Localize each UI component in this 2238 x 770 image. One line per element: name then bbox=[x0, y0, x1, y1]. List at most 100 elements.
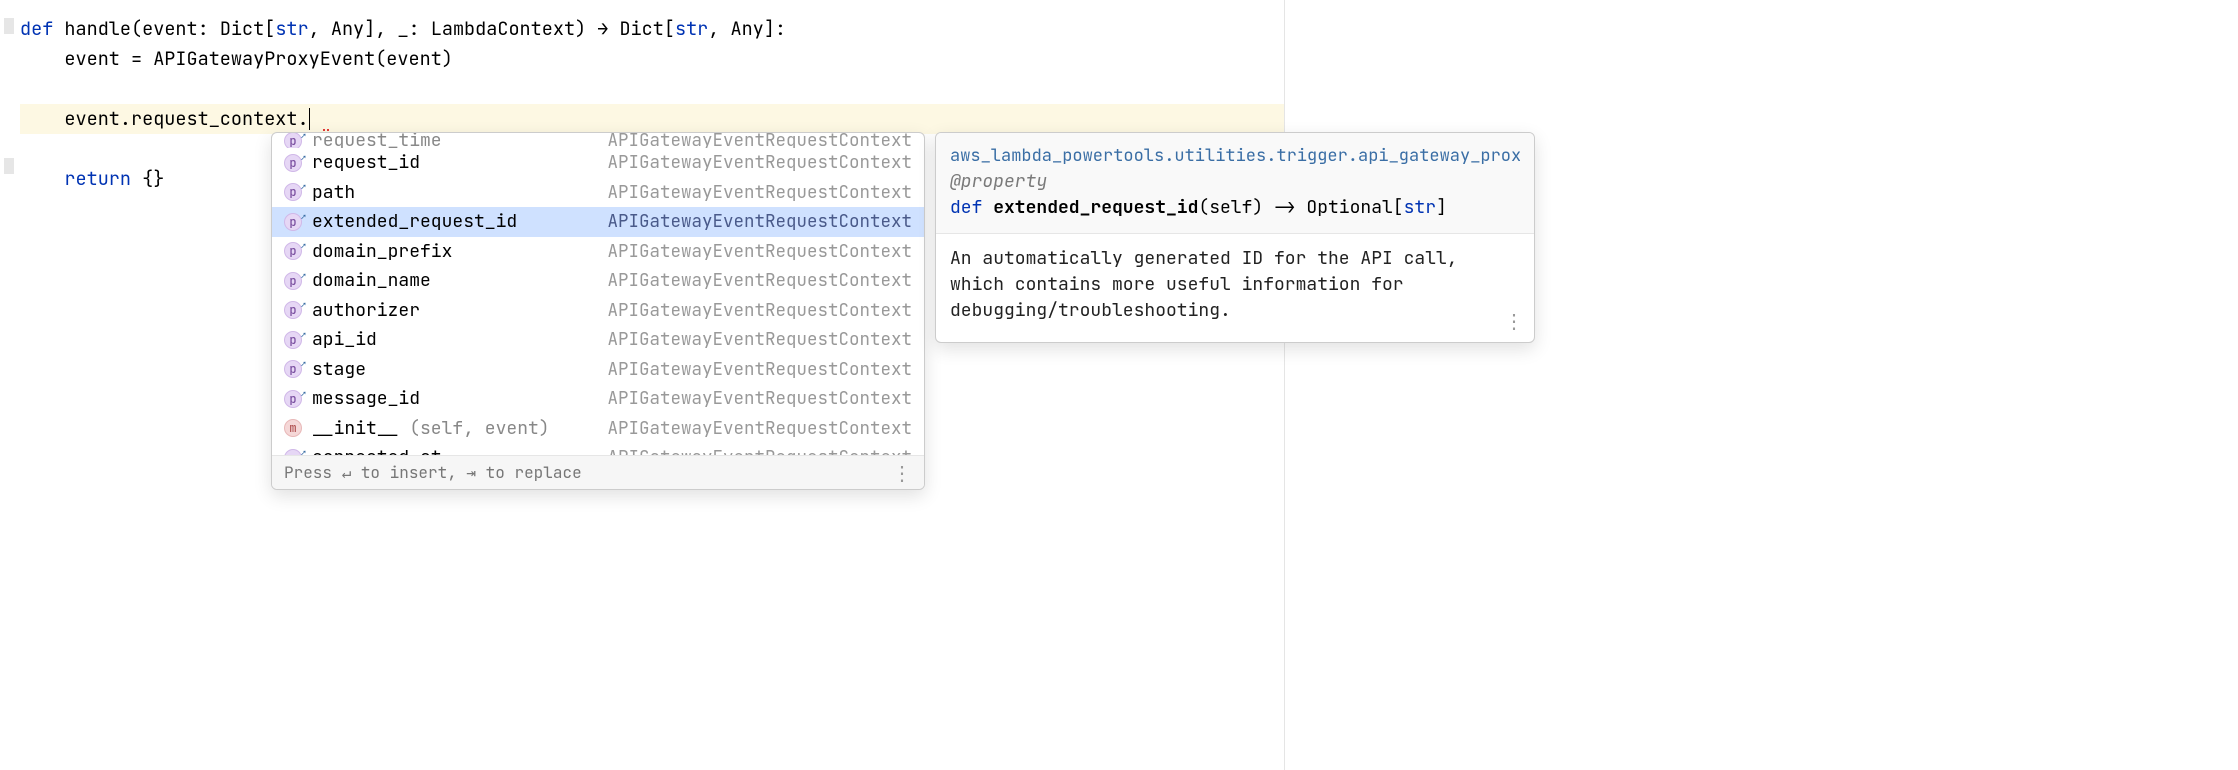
autocomplete-list[interactable]: p➚ request_time APIGatewayEventRequestCont… bbox=[272, 133, 924, 455]
doc-params-close: ] bbox=[1436, 196, 1447, 219]
completion-item-type: APIGatewayEventRequestContext bbox=[608, 387, 913, 410]
builtin-str: str bbox=[1404, 196, 1436, 219]
property-icon: p➚ bbox=[284, 154, 302, 172]
arrow-icon: ➚ bbox=[301, 270, 306, 282]
completion-item-name: domain_name bbox=[312, 269, 431, 292]
code-text: Dict[ bbox=[608, 16, 675, 41]
text-caret bbox=[309, 108, 310, 130]
completion-item-type: APIGatewayEventRequestContext bbox=[608, 181, 913, 204]
autocomplete-popup: p➚ request_time APIGatewayEventRequestCont… bbox=[271, 132, 925, 490]
completion-item[interactable]: p➚ extended_request_id APIGatewayEventRequ… bbox=[272, 207, 924, 237]
completion-item-type: APIGatewayEventRequestContext bbox=[608, 328, 913, 351]
gutter-fold-marker[interactable] bbox=[4, 158, 14, 174]
code-text: event.request_context. bbox=[64, 106, 308, 131]
completion-item[interactable]: p➚ path APIGatewayEventRequestContext bbox=[272, 178, 924, 208]
completion-item-name: api_id bbox=[312, 328, 377, 351]
completion-item-name: path bbox=[312, 181, 355, 204]
completion-item-type: APIGatewayEventRequestContext bbox=[608, 299, 913, 322]
builtin-str: str bbox=[275, 16, 308, 41]
completion-item-type: APIGatewayEventRequestContext bbox=[608, 446, 913, 455]
doc-decorator: @property bbox=[950, 169, 1520, 195]
property-icon: p➚ bbox=[284, 301, 302, 319]
indent bbox=[20, 166, 64, 191]
arrow: → bbox=[597, 16, 608, 41]
code-text: {} bbox=[142, 166, 164, 191]
code-line-4-active[interactable]: event.request_context. bbox=[20, 104, 1284, 134]
completion-item[interactable]: p➚ stage APIGatewayEventRequestContext bbox=[272, 355, 924, 385]
arrow-icon: ➚ bbox=[301, 388, 306, 400]
property-icon: p➚ bbox=[284, 272, 302, 290]
code-text: (event: Dict[ bbox=[131, 16, 275, 41]
completion-item[interactable]: p➚ domain_prefix APIGatewayEventRequestCon… bbox=[272, 237, 924, 267]
property-icon: p➚ bbox=[284, 360, 302, 378]
more-actions-icon[interactable]: ⋮ bbox=[892, 468, 912, 478]
completion-item[interactable]: p➚ request_id APIGatewayEventRequestContex… bbox=[272, 148, 924, 178]
property-icon: p➚ bbox=[284, 183, 302, 201]
autocomplete-hint: Press ↵ to insert, ⇥ to replace bbox=[284, 462, 582, 483]
documentation-popup: aws_lambda_powertools.utilities.trigger.… bbox=[935, 132, 1535, 343]
completion-item-type: APIGatewayEventRequestContext bbox=[608, 210, 913, 233]
keyword-return: return bbox=[64, 166, 142, 191]
completion-item-name: __init__ bbox=[312, 417, 398, 440]
keyword-def: def bbox=[20, 16, 64, 41]
arrow-icon: ➚ bbox=[301, 240, 306, 252]
gutter-fold-marker[interactable] bbox=[4, 18, 14, 34]
completion-item-type: APIGatewayEventRequestContext bbox=[608, 417, 913, 440]
completion-item-type: APIGatewayEventRequestContext bbox=[608, 358, 913, 381]
doc-body: An automatically generated ID for the AP… bbox=[936, 234, 1534, 342]
keyword-def: def bbox=[950, 196, 993, 219]
code-text: event = APIGatewayProxyEvent(event) bbox=[64, 46, 453, 71]
completion-item-name: authorizer bbox=[312, 299, 420, 322]
completion-item-type: APIGatewayEventRequestContext bbox=[608, 133, 913, 148]
code-text: , Any], _: LambdaContext) bbox=[309, 16, 598, 41]
arrow-icon: ➚ bbox=[301, 358, 306, 370]
arrow-icon: ➚ bbox=[301, 299, 306, 311]
completion-item-params: (self, event) bbox=[398, 417, 549, 440]
arrow-icon: ➚ bbox=[301, 329, 306, 341]
property-icon: p➚ bbox=[284, 449, 302, 455]
property-icon: p➚ bbox=[284, 213, 302, 231]
arrow-icon: ➚ bbox=[301, 447, 306, 455]
arrow-icon: ➚ bbox=[301, 181, 306, 193]
doc-params: (self) -> Optional[ bbox=[1198, 196, 1403, 219]
autocomplete-footer: Press ↵ to insert, ⇥ to replace ⋮ bbox=[272, 455, 924, 489]
code-text: , Any]: bbox=[708, 16, 786, 41]
method-icon: m bbox=[284, 419, 302, 437]
completion-item-name: request_time bbox=[312, 133, 442, 148]
doc-module-path[interactable]: aws_lambda_powertools.utilities.trigger.… bbox=[950, 143, 1520, 169]
completion-item[interactable]: p➚ authorizer APIGatewayEventRequestContex… bbox=[272, 296, 924, 326]
property-icon: p➚ bbox=[284, 390, 302, 408]
more-actions-icon[interactable]: ⋮ bbox=[1504, 308, 1524, 334]
doc-module-link[interactable]: aws_lambda_powertools.utilities.trigger.… bbox=[950, 145, 1520, 167]
arrow-icon: ➚ bbox=[301, 211, 306, 223]
property-icon: p➚ bbox=[284, 242, 302, 260]
completion-item[interactable]: p➚ message_id APIGatewayEventRequestContex… bbox=[272, 384, 924, 414]
completion-item[interactable]: p➚ api_id APIGatewayEventRequestContext bbox=[272, 325, 924, 355]
completion-item[interactable]: p➚ connected_at APIGatewayEventRequestCont… bbox=[272, 443, 924, 455]
arrow-icon: ➚ bbox=[301, 133, 306, 142]
code-line-3-blank[interactable] bbox=[20, 74, 1284, 104]
error-underline bbox=[323, 129, 331, 131]
code-line-1[interactable]: def handle(event: Dict[str, Any], _: Lam… bbox=[20, 14, 1284, 44]
indent bbox=[20, 106, 64, 131]
completion-item-name: connected_at bbox=[312, 446, 442, 455]
completion-item-partial[interactable]: p➚ request_time APIGatewayEventRequestCont… bbox=[272, 133, 924, 148]
code-line-2[interactable]: event = APIGatewayProxyEvent(event) bbox=[20, 44, 1284, 74]
completion-item[interactable]: p➚ domain_name APIGatewayEventRequestConte… bbox=[272, 266, 924, 296]
property-icon: p➚ bbox=[284, 331, 302, 349]
completion-item-type: APIGatewayEventRequestContext bbox=[608, 240, 913, 263]
indent bbox=[20, 46, 64, 71]
completion-item-type: APIGatewayEventRequestContext bbox=[608, 269, 913, 292]
doc-description: An automatically generated ID for the AP… bbox=[950, 247, 1458, 322]
completion-item-name: request_id bbox=[312, 151, 420, 174]
property-icon: p➚ bbox=[284, 133, 302, 148]
doc-header: aws_lambda_powertools.utilities.trigger.… bbox=[936, 133, 1534, 234]
builtin-str: str bbox=[675, 16, 708, 41]
completion-item-name: message_id bbox=[312, 387, 420, 410]
completion-item[interactable]: m __init__ (self, event) APIGatewayEventRe… bbox=[272, 414, 924, 444]
doc-fn-name: extended_request_id bbox=[993, 196, 1198, 219]
completion-item-name: extended_request_id bbox=[312, 210, 517, 233]
completion-item-name: stage bbox=[312, 358, 366, 381]
completion-item-name: domain_prefix bbox=[312, 240, 452, 263]
completion-item-type: APIGatewayEventRequestContext bbox=[608, 151, 913, 174]
